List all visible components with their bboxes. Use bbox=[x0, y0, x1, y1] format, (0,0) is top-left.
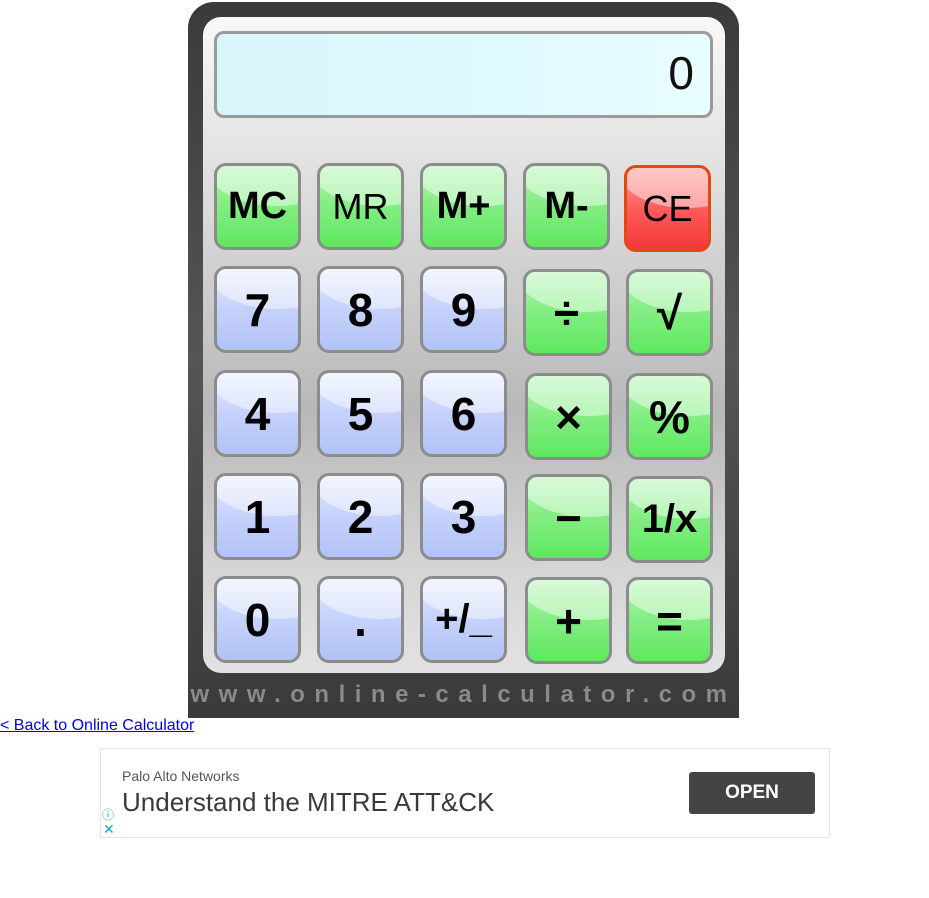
subtract-button[interactable]: − bbox=[525, 474, 612, 561]
digit-6-button[interactable]: 6 bbox=[420, 370, 507, 457]
clear-entry-button[interactable]: CE bbox=[624, 165, 711, 252]
site-watermark: www.online-calculator.com bbox=[190, 681, 737, 708]
digit-3-button[interactable]: 3 bbox=[420, 473, 507, 560]
digit-9-button[interactable]: 9 bbox=[420, 266, 507, 353]
digit-4-button[interactable]: 4 bbox=[214, 370, 301, 457]
decimal-point-button[interactable]: . bbox=[317, 576, 404, 663]
digit-7-button[interactable]: 7 bbox=[214, 266, 301, 353]
reciprocal-button[interactable]: 1/x bbox=[626, 476, 713, 563]
digit-2-button[interactable]: 2 bbox=[317, 473, 404, 560]
square-root-button[interactable]: √ bbox=[626, 269, 713, 356]
percent-button[interactable]: % bbox=[626, 373, 713, 460]
memory-subtract-button[interactable]: M- bbox=[523, 163, 610, 250]
memory-recall-button[interactable]: MR bbox=[317, 163, 404, 250]
digit-1-button[interactable]: 1 bbox=[214, 473, 301, 560]
ad-open-button[interactable]: OPEN bbox=[689, 772, 815, 814]
plus-minus-button[interactable]: +/_ bbox=[420, 576, 507, 663]
multiply-button[interactable]: × bbox=[525, 373, 612, 460]
digit-5-button[interactable]: 5 bbox=[317, 370, 404, 457]
digit-8-button[interactable]: 8 bbox=[317, 266, 404, 353]
memory-add-button[interactable]: M+ bbox=[420, 163, 507, 250]
back-to-calculator-link[interactable]: < Back to Online Calculator bbox=[0, 717, 194, 735]
ad-brand: Palo Alto Networks bbox=[122, 768, 240, 784]
memory-clear-button[interactable]: MC bbox=[214, 163, 301, 250]
ad-headline[interactable]: Understand the MITRE ATT&CK bbox=[122, 787, 494, 818]
ad-close-icon[interactable]: ✕ bbox=[103, 821, 115, 838]
digit-0-button[interactable]: 0 bbox=[214, 576, 301, 663]
advertisement-banner[interactable]: Palo Alto Networks Understand the MITRE … bbox=[100, 748, 830, 838]
calculator-display: 0 bbox=[214, 31, 713, 118]
equals-button[interactable]: = bbox=[626, 577, 713, 664]
add-button[interactable]: + bbox=[525, 577, 612, 664]
divide-button[interactable]: ÷ bbox=[523, 269, 610, 356]
